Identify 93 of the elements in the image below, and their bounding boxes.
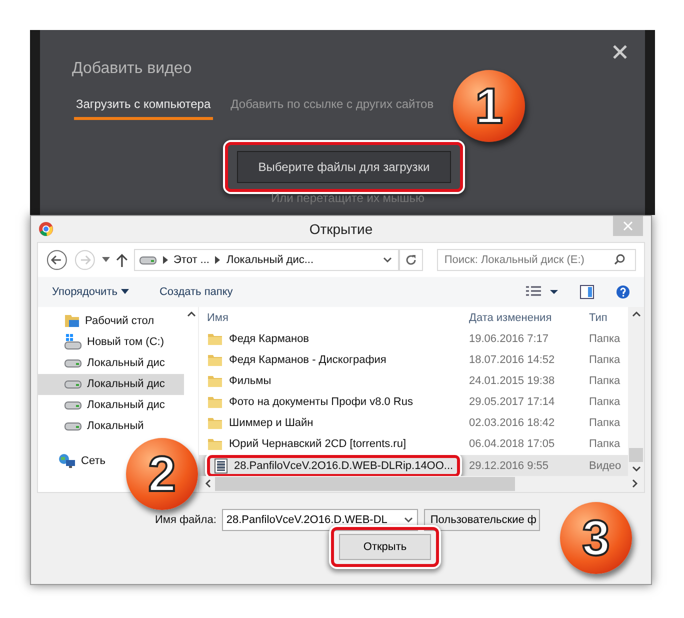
file-row[interactable]: Шиммер и Шайн 02.03.2016 18:42 Папка <box>199 412 628 434</box>
scroll-thumb[interactable] <box>215 476 515 491</box>
date-cell-text: 19.06.2016 7:17 <box>468 333 550 346</box>
file-row[interactable]: Юрий Чернавский 2CD [torrents.ru] 06.04.2018 17:05 Папка <box>199 434 628 455</box>
scroll-up-icon[interactable] <box>186 310 196 317</box>
drive-icon <box>138 254 156 266</box>
tab[interactable]: Загрузить с компьютера <box>74 96 213 120</box>
file-row[interactable]: Федя Карманов 19.06.2016 7:17 Папка <box>199 328 628 350</box>
scroll-down-icon[interactable] <box>632 466 640 472</box>
network-icon <box>58 453 76 470</box>
folder-icon <box>207 373 223 390</box>
close-icon <box>623 221 633 231</box>
date-cell-text: 29.05.2017 17:14 <box>468 396 556 408</box>
windows-drive-icon <box>64 334 82 350</box>
dialog-title: Открытие <box>309 220 373 237</box>
vertical-scrollbar[interactable] <box>628 306 644 476</box>
breadcrumb[interactable]: Этот ... <box>174 254 210 266</box>
column-header[interactable]: Тип <box>581 312 628 324</box>
folder-icon <box>207 331 223 348</box>
filename-label: Имя файла: <box>155 512 216 526</box>
file-row[interactable]: Фото на документы Профи v8.0 Rus 29.05.2017 17:14 Папка <box>199 392 628 413</box>
drag-hint: Или перетащите их мышью <box>271 191 425 205</box>
sidebar-item[interactable]: Новый том (C:) <box>38 332 168 353</box>
search-field[interactable]: Поиск: Локальный диск (E:) <box>437 248 636 271</box>
column-header[interactable]: Дата изменения <box>461 312 581 324</box>
dropdown-icon[interactable] <box>382 256 392 263</box>
drive-icon <box>64 378 82 390</box>
close-icon[interactable] <box>613 45 627 59</box>
file-type-dropdown[interactable]: Пользовательские ф <box>424 508 540 531</box>
open-button[interactable]: Открыть <box>339 534 431 560</box>
browser-logo-icon <box>39 222 53 236</box>
filename-field[interactable]: 28.PanfiloVceV.2O16.D.WEB-DL <box>222 508 418 531</box>
date-cell-text: 29.12.2016 9:55 <box>468 460 550 472</box>
refresh-icon[interactable] <box>404 254 417 266</box>
type-cell-text: Папка <box>588 438 622 450</box>
date-cell-text: 24.01.2015 19:38 <box>468 375 556 388</box>
file-name: Федя Карманов - Дискография <box>229 354 386 366</box>
sidebar-item[interactable]: Локальный <box>38 416 148 437</box>
date-cell-text: 18.07.2016 14:52 <box>468 354 556 366</box>
chevron-icon <box>215 256 220 264</box>
scroll-left-icon[interactable] <box>205 479 211 488</box>
caret-icon <box>121 289 130 294</box>
type-cell-text: Папка <box>588 396 622 408</box>
file-name: Фильмы <box>229 375 272 388</box>
file-name: Федя Карманов <box>229 333 310 346</box>
file-name: Шиммер и Шайн <box>229 417 314 430</box>
file-row[interactable]: 28.PanfiloVceV.2O16.D.WEB-DLRip.14OO... 29.12.2016 9:55 Видео <box>199 454 628 476</box>
drive-icon <box>64 399 82 412</box>
sidebar-item[interactable]: Рабочий стол <box>38 310 158 332</box>
sidebar-item[interactable]: Локальный дис <box>38 394 169 416</box>
folder-icon <box>207 415 223 432</box>
sidebar-item[interactable]: Сеть <box>38 450 110 472</box>
type-cell-text: Папка <box>588 375 622 388</box>
choose-files-button[interactable]: Выберите файлы для загрузки <box>237 151 451 183</box>
back-icon[interactable] <box>46 248 68 271</box>
column-header[interactable]: Имя <box>199 312 461 324</box>
preview-pane-icon[interactable] <box>580 284 594 299</box>
scroll-up-icon[interactable] <box>632 310 640 317</box>
scroll-right-icon[interactable] <box>632 479 638 488</box>
view-options-icon[interactable] <box>526 286 558 298</box>
file-row[interactable]: Фильмы 24.01.2015 19:38 Папка <box>199 370 628 392</box>
dropdown-icon[interactable] <box>404 516 414 523</box>
help-icon[interactable] <box>616 284 630 299</box>
sidebar-item[interactable]: Локальный дис <box>38 374 184 395</box>
desktop-icon <box>64 313 80 330</box>
chevron-icon <box>162 256 168 264</box>
folder-icon <box>207 436 223 452</box>
folder-icon <box>207 352 223 368</box>
panel-title: Добавить видео <box>72 60 192 78</box>
search-icon[interactable] <box>614 254 626 266</box>
horizontal-scrollbar[interactable] <box>199 476 644 492</box>
date-cell-text: 02.03.2016 18:42 <box>468 417 556 430</box>
new-folder-button[interactable]: Создать папку <box>159 286 233 298</box>
scroll-thumb[interactable] <box>629 448 643 462</box>
organize-button[interactable]: Упорядочить <box>52 286 130 298</box>
drive-icon <box>64 357 82 370</box>
history-caret-icon[interactable] <box>102 257 110 262</box>
type-cell-text: Видео <box>588 460 622 472</box>
file-name: Фото на документы Профи v8.0 Rus <box>229 396 413 408</box>
breadcrumb[interactable]: Локальный дис... <box>226 254 314 266</box>
file-name: 28.PanfiloVceV.2O16.D.WEB-DLRip.14OO... <box>234 460 454 472</box>
sidebar-item[interactable]: Локальный дис <box>38 352 169 374</box>
type-cell-text: Папка <box>588 417 622 430</box>
type-cell-text: Папка <box>588 333 622 346</box>
up-icon[interactable] <box>116 252 128 267</box>
date-cell-text: 06.04.2018 17:05 <box>468 438 556 450</box>
type-cell-text: Папка <box>588 354 622 366</box>
video-file-icon <box>214 458 228 474</box>
drive-icon <box>64 420 82 432</box>
file-row[interactable]: Федя Карманов - Дискография 18.07.2016 14:52 Папка <box>199 350 628 371</box>
address-bar[interactable]: Этот ... Локальный дис... <box>134 248 400 271</box>
folder-icon <box>207 394 223 410</box>
file-name: Юрий Чернавский 2CD [torrents.ru] <box>229 438 406 450</box>
